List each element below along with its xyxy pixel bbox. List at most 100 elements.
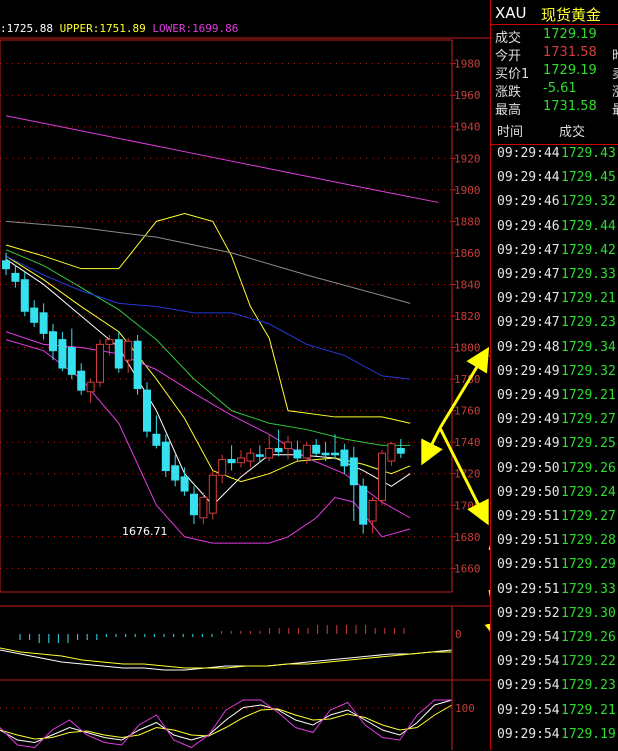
candle-down — [133, 340, 142, 390]
trade-time: 09:29:54 — [497, 678, 560, 694]
candle-down — [349, 457, 358, 486]
candle-down — [58, 339, 67, 369]
trade-row[interactable]: 09:29:51 1729.33 — [497, 582, 618, 606]
trade-row[interactable]: 09:29:54 1729.26 — [497, 630, 618, 654]
quote-value: -5.61 — [543, 81, 577, 96]
trade-price: 1729.29 — [561, 557, 616, 573]
candle-down — [114, 339, 123, 369]
candle-up — [284, 441, 292, 449]
y-tick-label: 1920 — [454, 152, 481, 165]
candle-down — [255, 454, 264, 457]
symbol-code: XAU — [495, 4, 527, 22]
candle-up — [208, 474, 217, 514]
trade-time: 09:29:50 — [497, 484, 560, 500]
trade-time: 09:29:51 — [497, 533, 560, 549]
candle-down — [20, 279, 29, 312]
candle-up — [302, 444, 311, 459]
trade-time: 09:29:54 — [497, 654, 560, 670]
candle-up — [237, 457, 245, 464]
legend-mid: :1725.88 — [0, 22, 53, 35]
candle-down — [77, 370, 86, 391]
trade-time: 09:29:54 — [497, 630, 560, 645]
quote-value: 1731.58 — [543, 99, 597, 114]
trade-price: 1729.21 — [561, 291, 616, 307]
trade-price: 1729.34 — [561, 339, 616, 355]
candle-up — [387, 443, 396, 462]
candle-down — [331, 452, 339, 456]
trade-row[interactable]: 09:29:54 1729.22 — [497, 654, 618, 678]
trade-price: 1729.21 — [561, 388, 616, 403]
candle-down — [143, 389, 151, 432]
trade-row[interactable]: 09:29:46 1729.32 — [497, 194, 618, 218]
title-divider — [491, 24, 618, 25]
quote-key: 今开 — [495, 49, 522, 64]
trade-row[interactable]: 09:29:47 1729.42 — [497, 243, 618, 267]
header-price: 成交 — [559, 125, 586, 140]
y-tick-label: 1960 — [454, 89, 481, 102]
candle-down — [67, 347, 76, 375]
candle-up — [378, 452, 386, 502]
trade-row[interactable]: 09:29:47 1729.33 — [497, 267, 618, 291]
trade-row[interactable]: 09:29:54 1729.23 — [497, 678, 618, 702]
annotation-arrow — [421, 427, 443, 466]
quote-row: 今开 1731.58 昨 — [495, 45, 618, 64]
candle-down — [11, 272, 20, 282]
quote-row: 最高1731.58最 — [495, 99, 618, 118]
trade-time: 09:29:46 — [497, 218, 560, 234]
trade-time: 09:29:47 — [497, 291, 560, 307]
trade-price: 1729.33 — [561, 581, 616, 597]
trade-price: 1729.19 — [561, 726, 616, 742]
trade-row[interactable]: 09:29:51 1729.29 — [497, 557, 618, 581]
y-tick-label: 1760 — [454, 405, 481, 418]
quote-extra: 昨 — [612, 45, 618, 64]
trade-list-header: 时间 成交 — [491, 116, 618, 145]
trade-row[interactable]: 09:29:49 1729.25 — [497, 436, 618, 460]
y-tick-label: 1880 — [454, 215, 481, 228]
trade-price: 1729.21 — [561, 702, 616, 718]
trade-time: 09:29:47 — [497, 315, 560, 331]
trade-row[interactable]: 09:29:47 1729.23 — [497, 315, 618, 339]
y-tick-label: 1660 — [454, 562, 481, 575]
trade-row[interactable]: 09:29:50 1729.26 — [497, 461, 618, 485]
quote-value: 1729.19 — [543, 27, 597, 42]
candle-down — [49, 331, 57, 352]
trade-price: 1729.26 — [561, 460, 616, 476]
trade-row[interactable]: 09:29:46 1729.44 — [497, 219, 618, 243]
candle-down — [312, 444, 321, 454]
trade-row[interactable]: 09:29:44 1729.45 — [497, 170, 618, 194]
trade-row[interactable]: 09:29:51 1729.28 — [497, 533, 618, 557]
trade-row[interactable]: 09:29:52 1729.30 — [497, 606, 618, 630]
trade-time: 09:29:47 — [497, 267, 560, 282]
trade-price: 1729.26 — [561, 630, 616, 645]
trade-row[interactable]: 09:29:49 1729.32 — [497, 364, 618, 388]
trade-time: 09:29:54 — [497, 702, 560, 718]
y-tick-label: 1940 — [454, 121, 481, 134]
trade-row[interactable]: 09:29:49 1729.21 — [497, 388, 618, 412]
trade-price: 1729.25 — [561, 436, 616, 452]
trade-row[interactable]: 09:29:51 1729.27 — [497, 509, 618, 533]
quote-value: 1729.19 — [543, 63, 597, 78]
candle-down — [161, 441, 170, 472]
trade-row[interactable]: 09:29:50 1729.24 — [497, 485, 618, 509]
candle-down — [321, 452, 330, 456]
y-tick-label: 1680 — [454, 531, 481, 544]
arrow-annotations — [421, 346, 490, 646]
trade-price: 1729.28 — [561, 533, 616, 549]
symbol-name: 现货黄金 — [541, 6, 602, 24]
macd-dea — [0, 647, 452, 669]
trade-row[interactable]: 09:29:48 1729.34 — [497, 340, 618, 364]
trade-row[interactable]: 09:29:47 1729.21 — [497, 291, 618, 315]
trade-row[interactable]: 09:29:54 1729.21 — [497, 703, 618, 727]
candle-down — [227, 459, 236, 464]
line-lower — [5, 339, 411, 544]
candle-up — [199, 496, 208, 519]
trade-time: 09:29:50 — [497, 460, 560, 476]
line-upper — [5, 212, 411, 424]
candle-up — [86, 381, 95, 393]
trade-row[interactable]: 09:29:44 1729.43 — [497, 146, 618, 170]
trade-price: 1729.23 — [561, 315, 616, 331]
trade-row[interactable]: 09:29:49 1729.27 — [497, 412, 618, 436]
line-ma-yellow — [5, 255, 411, 483]
trade-row[interactable]: 09:29:54 1729.19 — [497, 727, 618, 751]
trade-time: 09:29:52 — [497, 605, 560, 621]
